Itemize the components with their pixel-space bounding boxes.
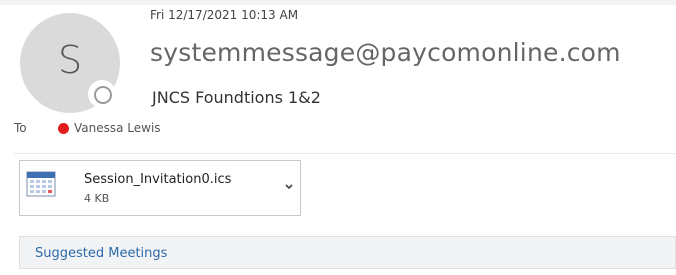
presence-busy-icon [58, 123, 69, 134]
presence-indicator [88, 80, 116, 108]
header-divider [14, 153, 676, 154]
calendar-icon [26, 171, 56, 197]
attachment-size: 4 KB [84, 192, 110, 205]
attachment-name: Session_Invitation0.ics [84, 172, 232, 187]
chevron-down-icon[interactable] [284, 183, 294, 191]
to-label: To [14, 121, 27, 135]
avatar-initial: S [57, 38, 83, 82]
suggested-meetings-bar[interactable]: Suggested Meetings [19, 236, 676, 269]
recipient-name[interactable]: Vanessa Lewis [74, 121, 161, 135]
header-strip [0, 0, 676, 5]
suggested-meetings-link[interactable]: Suggested Meetings [35, 246, 167, 261]
message-date: Fri 12/17/2021 10:13 AM [150, 8, 299, 22]
presence-status-icon [94, 86, 112, 104]
message-subject: JNCS Foundtions 1&2 [152, 88, 321, 107]
sender-email[interactable]: systemmessage@paycomonline.com [150, 38, 621, 67]
attachment-card[interactable]: Session_Invitation0.ics 4 KB [19, 160, 301, 216]
